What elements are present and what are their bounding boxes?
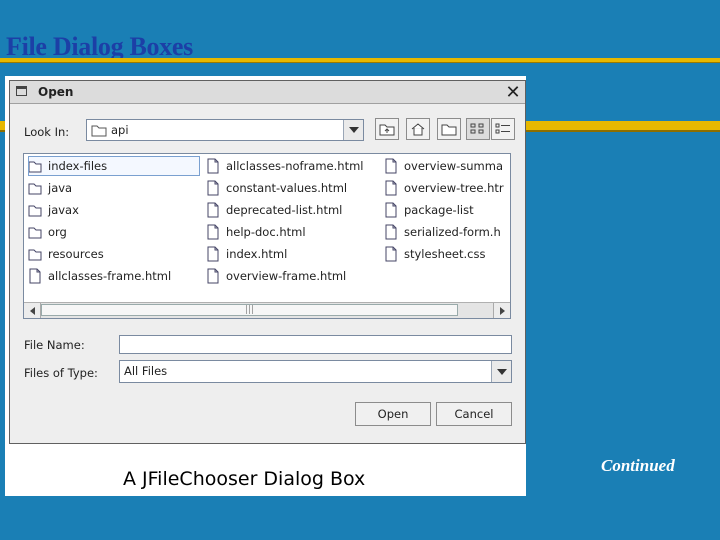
- list-view-icon: [470, 123, 484, 134]
- new-folder-icon: [441, 124, 457, 136]
- file-icon: [207, 224, 219, 240]
- folder-icon: [28, 205, 42, 217]
- folder-icon: [91, 125, 107, 137]
- details-view-button[interactable]: [491, 118, 515, 140]
- chevron-right-icon: [499, 306, 505, 315]
- list-item-label: deprecated-list.html: [226, 203, 343, 217]
- list-item[interactable]: index-files: [28, 156, 200, 176]
- list-item-label: index-files: [48, 159, 108, 173]
- chevron-down-icon: [348, 127, 359, 133]
- list-item-label: stylesheet.css: [404, 247, 486, 261]
- up-folder-button[interactable]: [375, 118, 399, 140]
- list-item[interactable]: resources: [28, 244, 200, 264]
- list-item-label: overview-frame.html: [226, 269, 347, 283]
- chevron-left-icon: [29, 306, 35, 315]
- list-item[interactable]: index.html: [206, 244, 378, 264]
- list-item[interactable]: stylesheet.css: [384, 244, 510, 264]
- file-icon: [385, 158, 397, 174]
- list-item[interactable]: javax: [28, 200, 200, 220]
- continued-label: Continued: [601, 456, 675, 475]
- file-icon: [29, 268, 41, 284]
- open-dialog: Open ✕ Look In: api ||| index-files java…: [9, 80, 526, 444]
- file-icon: [207, 180, 219, 196]
- look-in-value: api: [111, 123, 129, 137]
- horizontal-scrollbar[interactable]: |||: [24, 302, 510, 318]
- file-icon: [207, 246, 219, 262]
- file-icon: [385, 246, 397, 262]
- folder-icon: [28, 161, 42, 173]
- list-item[interactable]: overview-summa: [384, 156, 510, 176]
- file-name-label: File Name:: [24, 338, 85, 352]
- up-folder-icon: [379, 124, 395, 136]
- files-of-type-dropdown-button[interactable]: [491, 361, 511, 382]
- folder-icon: [28, 183, 42, 195]
- file-icon: [207, 268, 219, 284]
- file-icon: [385, 180, 397, 196]
- list-item[interactable]: overview-frame.html: [206, 266, 378, 286]
- file-icon: [385, 202, 397, 218]
- close-icon[interactable]: ✕: [501, 81, 525, 103]
- figure-caption: A JFileChooser Dialog Box: [123, 468, 366, 490]
- window-icon: [16, 86, 27, 96]
- list-item-label: allclasses-noframe.html: [226, 159, 364, 173]
- list-item[interactable]: allclasses-noframe.html: [206, 156, 378, 176]
- list-item-label: overview-tree.htr: [404, 181, 504, 195]
- list-item-label: constant-values.html: [226, 181, 348, 195]
- file-icon: [207, 202, 219, 218]
- look-in-combo[interactable]: api: [86, 119, 364, 141]
- list-item-label: serialized-form.h: [404, 225, 501, 239]
- list-item[interactable]: deprecated-list.html: [206, 200, 378, 220]
- top-accent-line: [0, 58, 720, 62]
- chevron-down-icon: [496, 368, 507, 375]
- home-button[interactable]: [406, 118, 430, 140]
- files-of-type-value: All Files: [124, 364, 168, 378]
- scrollbar-thumb[interactable]: |||: [41, 304, 458, 316]
- open-button[interactable]: Open: [355, 402, 431, 426]
- list-item-label: overview-summa: [404, 159, 504, 173]
- list-item-label: org: [48, 225, 67, 239]
- list-item-label: javax: [48, 203, 79, 217]
- dialog-titlebar[interactable]: Open ✕: [10, 81, 525, 104]
- folder-icon: [28, 227, 42, 239]
- list-item-label: help-doc.html: [226, 225, 306, 239]
- list-item[interactable]: overview-tree.htr: [384, 178, 510, 198]
- look-in-dropdown-button[interactable]: [343, 120, 363, 140]
- new-folder-button[interactable]: [437, 118, 461, 140]
- list-item[interactable]: serialized-form.h: [384, 222, 510, 242]
- look-in-label: Look In:: [24, 125, 70, 139]
- file-icon: [385, 224, 397, 240]
- file-name-field[interactable]: [119, 335, 512, 354]
- scroll-left-button[interactable]: [24, 303, 41, 318]
- list-item[interactable]: java: [28, 178, 200, 198]
- dialog-title: Open: [38, 85, 74, 99]
- cancel-button[interactable]: Cancel: [436, 402, 512, 426]
- list-item-label: java: [48, 181, 73, 195]
- list-view-button[interactable]: [466, 118, 490, 140]
- home-icon: [411, 123, 425, 136]
- files-of-type-combo[interactable]: All Files: [119, 360, 512, 383]
- list-item-label: allclasses-frame.html: [48, 269, 172, 283]
- list-item-label: resources: [48, 247, 104, 261]
- list-item[interactable]: allclasses-frame.html: [28, 266, 200, 286]
- list-item[interactable]: help-doc.html: [206, 222, 378, 242]
- details-view-icon: [495, 123, 510, 134]
- file-list[interactable]: ||| index-files java javax org resources allc…: [23, 153, 511, 319]
- screenshot-card: Open ✕ Look In: api ||| index-files java…: [5, 76, 526, 496]
- list-item[interactable]: org: [28, 222, 200, 242]
- list-item-label: index.html: [226, 247, 288, 261]
- files-of-type-label: Files of Type:: [24, 366, 98, 380]
- list-item-label: package-list: [404, 203, 474, 217]
- scroll-right-button[interactable]: [493, 303, 510, 318]
- list-item[interactable]: package-list: [384, 200, 510, 220]
- file-icon: [207, 158, 219, 174]
- folder-icon: [28, 249, 42, 261]
- list-item[interactable]: constant-values.html: [206, 178, 378, 198]
